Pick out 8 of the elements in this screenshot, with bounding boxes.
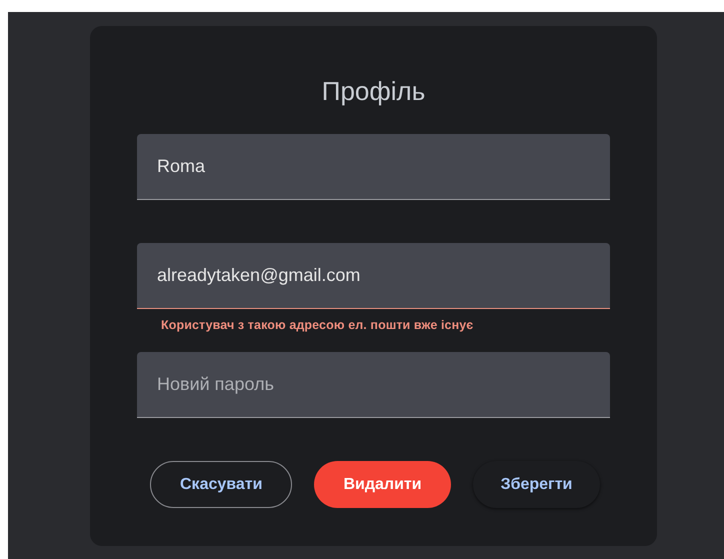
save-button[interactable]: Зберегти bbox=[472, 461, 600, 508]
form-title: Профіль bbox=[322, 77, 426, 105]
input-field[interactable]: Новий пароль bbox=[137, 352, 610, 418]
cancel-button[interactable]: Скасувати bbox=[150, 461, 292, 508]
error-message: Користувач з такою адресою ел. пошти вже існує bbox=[161, 318, 474, 332]
input-field[interactable]: alreadytaken@gmail.com bbox=[137, 243, 610, 309]
input-field[interactable]: Roma bbox=[137, 134, 610, 200]
delete-button[interactable]: Видалити bbox=[314, 461, 451, 508]
